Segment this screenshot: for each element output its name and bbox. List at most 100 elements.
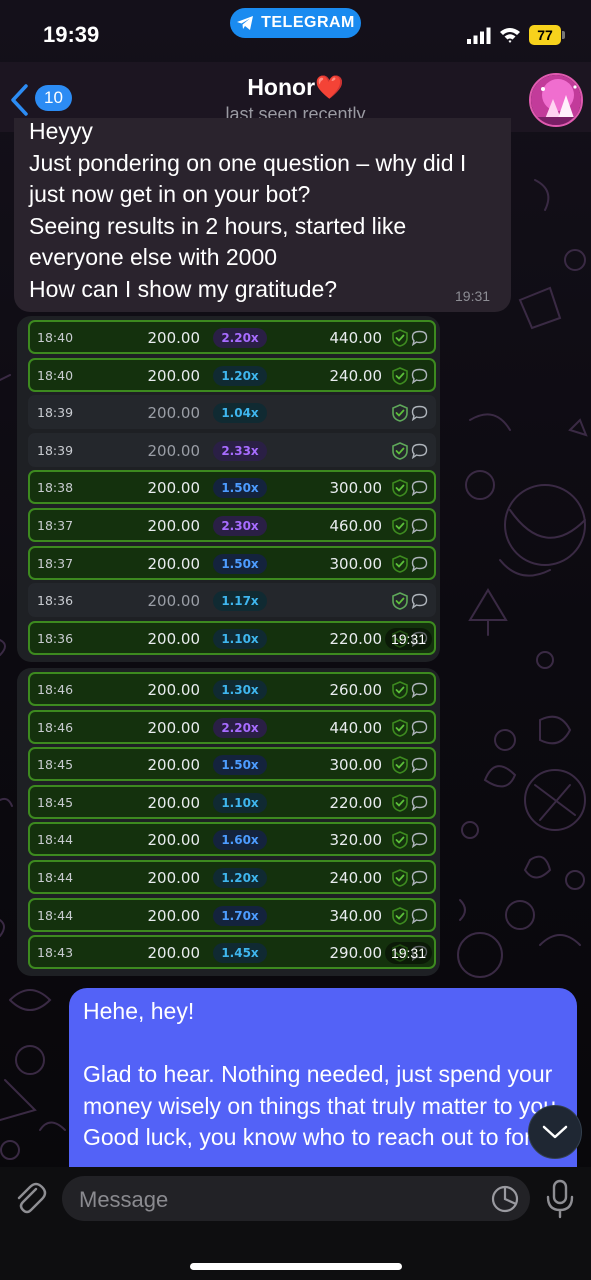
bet-amount: 200.00 [147,629,201,648]
shield-check-icon [392,441,408,460]
shield-check-icon [392,366,408,385]
bet-multiplier: 2.30x [213,516,267,536]
paperclip-icon[interactable] [12,1179,48,1217]
bet-multiplier: 2.33x [213,440,267,461]
bet-history-image[interactable]: 18:40 200.00 2.20x 440.00 18:40 200.00 1.20x 24… [17,316,440,662]
bet-payout: 240.00 [329,366,383,385]
bet-amount: 200.00 [147,793,201,812]
speech-bubble-icon [411,481,428,497]
speech-bubble-icon [411,405,428,422]
bet-time: 18:37 [37,518,74,533]
bet-time: 18:36 [37,593,74,609]
bet-multiplier: 1.20x [213,365,267,386]
bet-time: 18:45 [37,757,74,773]
bet-row: 18:44 200.00 1.70x 340.00 [28,897,436,932]
message-input-bar: Message [0,1167,591,1280]
bet-time: 18:39 [37,442,74,458]
bet-row: 18:45 200.00 1.50x 300.00 [28,747,436,782]
speech-bubble-icon [411,720,428,736]
telegram-pill[interactable]: TELEGRAM [230,8,361,38]
message-input[interactable]: Message [62,1176,530,1221]
bet-time: 18:36 [37,630,74,646]
bet-time: 18:44 [37,832,74,848]
bet-time: 18:40 [37,330,74,345]
bet-multiplier: 1.17x [213,591,267,612]
outgoing-message-text: Hehe, hey! Glad to hear. Nothing needed,… [83,998,563,1150]
shield-check-icon [392,404,408,423]
image-timestamp: 19:31 [384,628,432,650]
telegram-plane-icon [237,16,254,30]
bet-history-image[interactable]: 18:46 200.00 1.30x 260.00 18:46 200.00 2.20x 44… [17,668,440,976]
bet-row: 18:40 200.00 1.20x 240.00 [28,357,436,392]
bet-amount: 200.00 [147,906,201,925]
bet-row: 18:39 200.00 1.04x [28,395,436,430]
scroll-to-bottom-button[interactable] [528,1105,582,1159]
message-timestamp: 19:31 [455,288,491,304]
shield-check-icon [392,906,408,925]
bet-multiplier: 1.20x [213,868,267,888]
speech-bubble-icon [411,368,428,384]
incoming-message-text: Heyyy Just pondering on one question – w… [29,118,467,302]
bet-payout: 240.00 [329,869,383,887]
speech-bubble-icon [411,757,428,774]
bet-payout: 320.00 [329,831,383,850]
battery-indicator: 77 [529,25,565,45]
bet-row: 18:46 200.00 2.20x 440.00 [28,709,436,744]
bet-amount: 200.00 [147,404,201,423]
shield-check-icon [392,329,408,347]
home-indicator [190,1263,402,1270]
sticker-icon[interactable] [490,1184,520,1214]
bet-amount: 200.00 [147,869,201,887]
bet-multiplier: 1.50x [213,755,267,776]
bet-row: 18:46 200.00 1.30x 260.00 [28,672,436,706]
bet-multiplier: 1.10x [213,792,267,813]
bet-time: 18:44 [37,907,74,923]
bet-amount: 200.00 [147,329,201,347]
bet-payout: 440.00 [329,718,383,737]
bet-time: 18:46 [37,719,74,735]
image-timestamp: 19:31 [384,942,432,964]
outgoing-message-bubble[interactable]: Hehe, hey! Glad to hear. Nothing needed,… [69,988,577,1188]
incoming-message-bubble[interactable]: Heyyy Just pondering on one question – w… [14,118,511,312]
shield-check-icon [392,517,408,535]
shield-check-icon [392,869,408,887]
shield-check-icon [392,554,408,573]
pill-label: TELEGRAM [261,14,355,31]
bet-time: 18:40 [37,367,74,383]
bet-multiplier: 1.30x [213,680,267,700]
speech-bubble-icon [411,443,428,459]
bet-payout: 340.00 [329,906,383,925]
bet-row: 18:40 200.00 2.20x 440.00 [28,320,436,354]
microphone-icon[interactable] [545,1179,575,1219]
speech-bubble-icon [411,833,428,849]
avatar[interactable] [529,73,583,127]
bet-row: 18:36 200.00 1.17x [28,583,436,618]
bet-time: 18:39 [37,405,74,421]
bet-multiplier: 2.20x [213,328,267,348]
shield-check-icon [392,592,408,611]
message-placeholder: Message [79,1187,169,1212]
bet-payout: 300.00 [329,479,383,498]
bet-multiplier: 1.60x [213,830,267,851]
bet-amount: 200.00 [147,681,201,699]
bet-row: 18:37 200.00 1.50x 300.00 [28,545,436,580]
shield-check-icon [392,756,408,775]
bet-multiplier: 2.20x [213,717,267,738]
bet-multiplier: 1.50x [213,553,267,574]
speech-bubble-icon [411,556,428,572]
bet-time: 18:45 [37,794,74,810]
speech-bubble-icon [411,682,428,698]
bet-payout: 290.00 [329,944,383,963]
contact-name[interactable]: Honor❤️ [0,74,591,101]
bet-time: 18:43 [37,945,74,961]
bet-time: 18:38 [37,480,74,496]
bet-row: 18:44 200.00 1.20x 240.00 [28,860,436,894]
bet-amount: 200.00 [147,831,201,850]
bet-time: 18:37 [37,555,74,571]
speech-bubble-icon [411,870,428,886]
bet-amount: 200.00 [147,479,201,498]
bet-payout: 260.00 [329,681,383,699]
speech-bubble-icon [411,795,428,811]
bet-row: 18:37 200.00 2.30x 460.00 [28,508,436,542]
bet-row: 18:38 200.00 1.50x 300.00 [28,470,436,505]
